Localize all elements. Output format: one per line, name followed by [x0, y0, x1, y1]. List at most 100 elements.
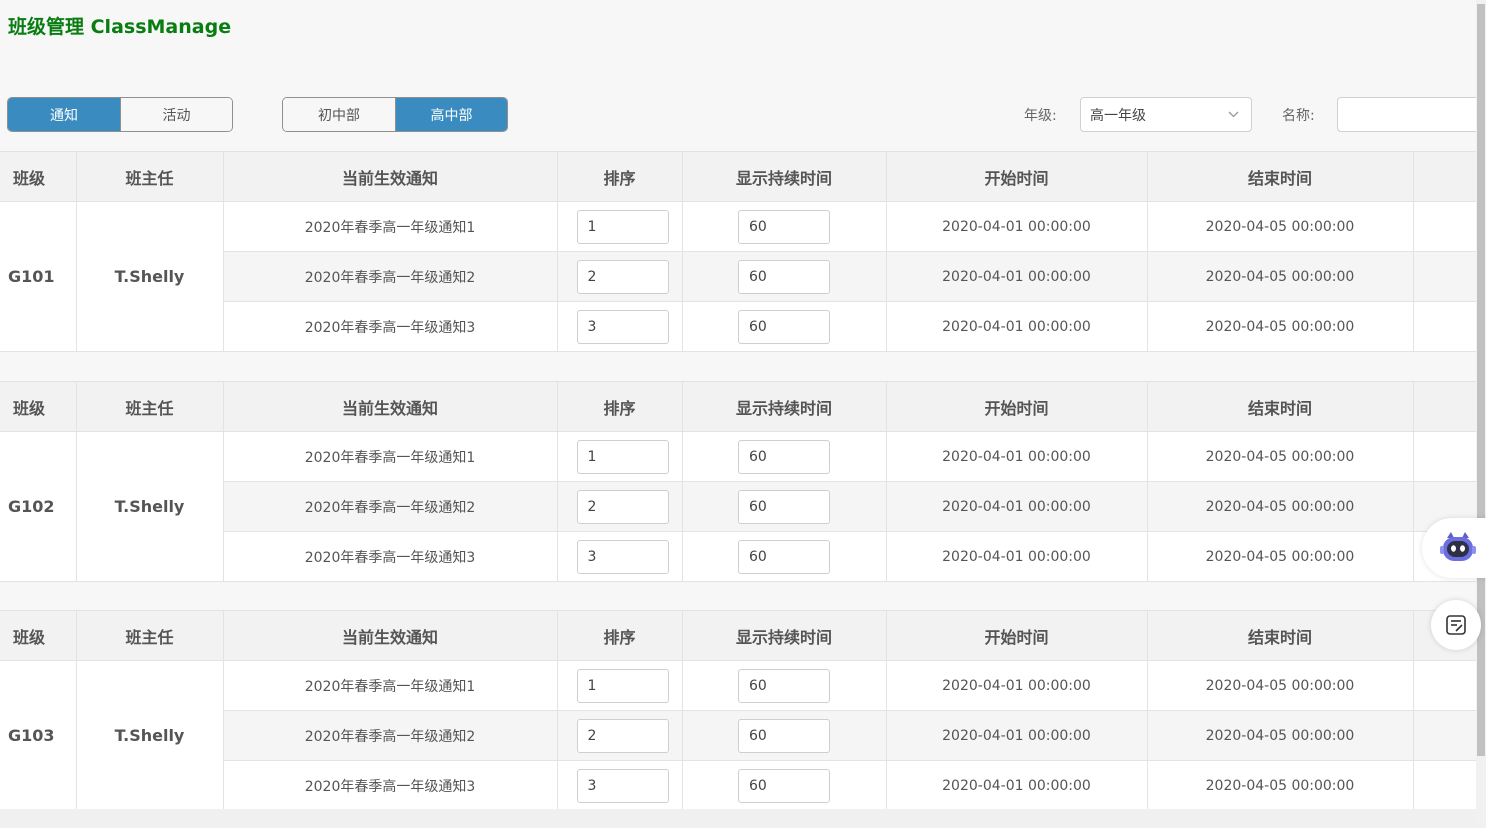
duration-input[interactable] — [738, 768, 830, 803]
table-row: G101T.Shelly2020年春季高一年级通知1 2020-04-01 00:… — [0, 201, 1477, 352]
end-time-cell: 2020-04-05 00:00:00 — [1147, 201, 1414, 252]
column-header: 班主任 — [76, 381, 224, 432]
order-cell — [557, 760, 683, 811]
order-input[interactable] — [576, 668, 669, 703]
tab-senior-high[interactable]: 高中部 — [395, 98, 507, 131]
teacher-cell: T.Shelly — [76, 201, 224, 352]
start-time-cell: 2020-04-01 00:00:00 — [886, 531, 1148, 582]
end-time-cell: 2020-04-05 00:00:00 — [1147, 531, 1414, 582]
teacher-cell: T.Shelly — [76, 431, 224, 582]
notice-cell: 2020年春季高一年级通知1 — [223, 431, 558, 482]
notice-cell: 2020年春季高一年级通知3 — [223, 301, 558, 352]
order-cell — [557, 301, 683, 352]
end-time-cell: 2020-04-05 00:00:00 — [1147, 251, 1414, 302]
grade-select[interactable]: 高一年级 — [1080, 97, 1252, 132]
column-header: 开始时间 — [886, 381, 1148, 432]
column-header: 显示持续时间 — [682, 610, 887, 661]
class-table: 班级 班主任 当前生效通知 排序 显示持续时间 开始时间 结束时间 G101 T.Shelly 2… — [0, 151, 1477, 352]
action-cell — [1413, 251, 1477, 302]
table-row: G103T.Shelly2020年春季高一年级通知1 2020-04-01 00:… — [0, 660, 1477, 811]
column-header: 结束时间 — [1147, 610, 1414, 661]
table-header-row: 班级 班主任 当前生效通知 排序 显示持续时间 开始时间 结束时间 — [0, 610, 1477, 661]
column-header: 当前生效通知 — [223, 610, 558, 661]
tab-junior-high[interactable]: 初中部 — [283, 98, 395, 131]
order-input[interactable] — [576, 259, 669, 294]
class-cell: G103 — [0, 660, 77, 811]
bottom-spacer — [0, 809, 1476, 828]
notice-cell: 2020年春季高一年级通知1 — [223, 201, 558, 252]
column-header — [1413, 151, 1477, 202]
duration-input[interactable] — [738, 309, 830, 344]
table-header-row: 班级 班主任 当前生效通知 排序 显示持续时间 开始时间 结束时间 — [0, 381, 1477, 432]
column-header: 显示持续时间 — [682, 151, 887, 202]
duration-cell — [682, 710, 887, 761]
scrollbar-thumb[interactable] — [1477, 4, 1485, 756]
duration-input[interactable] — [738, 668, 830, 703]
duration-input[interactable] — [738, 259, 830, 294]
order-input[interactable] — [576, 489, 669, 524]
column-header: 显示持续时间 — [682, 381, 887, 432]
notice-cell: 2020年春季高一年级通知1 — [223, 660, 558, 711]
end-time-cell: 2020-04-05 00:00:00 — [1147, 481, 1414, 532]
department-toggle-group: 初中部 高中部 — [282, 97, 508, 132]
start-time-cell: 2020-04-01 00:00:00 — [886, 201, 1148, 252]
order-input[interactable] — [576, 309, 669, 344]
notice-cell: 2020年春季高一年级通知3 — [223, 531, 558, 582]
column-header: 当前生效通知 — [223, 381, 558, 432]
end-time-cell: 2020-04-05 00:00:00 — [1147, 710, 1414, 761]
scrollbar-track[interactable] — [1476, 0, 1486, 828]
name-label: 名称: — [1282, 108, 1315, 124]
name-input[interactable] — [1337, 97, 1486, 132]
start-time-cell: 2020-04-01 00:00:00 — [886, 481, 1148, 532]
action-cell — [1413, 301, 1477, 352]
duration-cell — [682, 760, 887, 811]
notice-cell: 2020年春季高一年级通知2 — [223, 710, 558, 761]
column-header: 排序 — [557, 151, 683, 202]
duration-cell — [682, 301, 887, 352]
start-time-cell: 2020-04-01 00:00:00 — [886, 710, 1148, 761]
tab-notice[interactable]: 通知 — [8, 98, 120, 131]
start-time-cell: 2020-04-01 00:00:00 — [886, 251, 1148, 302]
action-cell — [1413, 660, 1477, 711]
class-table: 班级 班主任 当前生效通知 排序 显示持续时间 开始时间 结束时间 G102 T.Shelly 2… — [0, 381, 1477, 582]
action-cell — [1413, 760, 1477, 811]
notes-float-button[interactable] — [1431, 600, 1481, 650]
start-time-cell: 2020-04-01 00:00:00 — [886, 301, 1148, 352]
order-cell — [557, 251, 683, 302]
column-header: 班主任 — [76, 610, 224, 661]
column-header: 班级 — [0, 151, 77, 202]
table-header-row: 班级 班主任 当前生效通知 排序 显示持续时间 开始时间 结束时间 — [0, 151, 1477, 202]
order-input[interactable] — [576, 439, 669, 474]
order-input[interactable] — [576, 768, 669, 803]
type-toggle-group: 通知 活动 — [7, 97, 233, 132]
class-table: 班级 班主任 当前生效通知 排序 显示持续时间 开始时间 结束时间 G103 T.Shelly 2… — [0, 610, 1477, 811]
action-cell — [1413, 710, 1477, 761]
start-time-cell: 2020-04-01 00:00:00 — [886, 660, 1148, 711]
duration-input[interactable] — [738, 209, 830, 244]
column-header: 排序 — [557, 381, 683, 432]
order-cell — [557, 481, 683, 532]
order-input[interactable] — [576, 209, 669, 244]
column-header: 结束时间 — [1147, 151, 1414, 202]
end-time-cell: 2020-04-05 00:00:00 — [1147, 760, 1414, 811]
end-time-cell: 2020-04-05 00:00:00 — [1147, 301, 1414, 352]
robot-assistant-icon — [1440, 532, 1476, 561]
duration-input[interactable] — [738, 718, 830, 753]
duration-input[interactable] — [738, 439, 830, 474]
order-cell — [557, 531, 683, 582]
notes-icon — [1446, 615, 1466, 635]
column-header: 班级 — [0, 381, 77, 432]
assistant-float-button[interactable] — [1422, 518, 1486, 578]
table-row: G102T.Shelly2020年春季高一年级通知1 2020-04-01 00:… — [0, 431, 1477, 582]
duration-input[interactable] — [738, 489, 830, 524]
tab-activity[interactable]: 活动 — [120, 98, 232, 131]
notice-cell: 2020年春季高一年级通知3 — [223, 760, 558, 811]
order-input[interactable] — [576, 539, 669, 574]
start-time-cell: 2020-04-01 00:00:00 — [886, 431, 1148, 482]
action-cell — [1413, 431, 1477, 482]
duration-input[interactable] — [738, 539, 830, 574]
order-input[interactable] — [576, 718, 669, 753]
class-cell: G101 — [0, 201, 77, 352]
page-title: 班级管理 ClassManage — [8, 16, 232, 38]
end-time-cell: 2020-04-05 00:00:00 — [1147, 431, 1414, 482]
